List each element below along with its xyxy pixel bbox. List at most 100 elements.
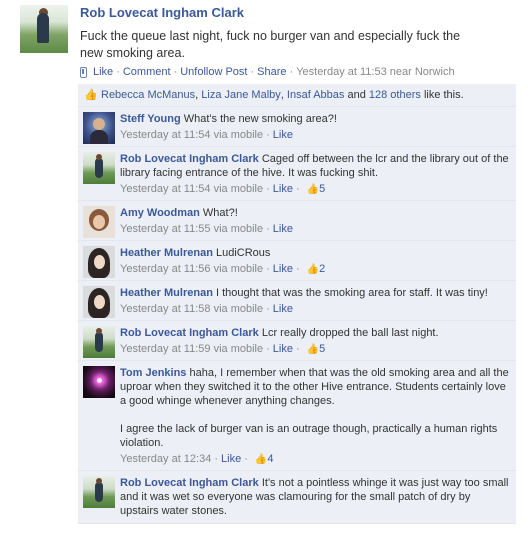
post-timestamp[interactable]: Yesterday at 11:53 near Norwich — [296, 66, 454, 78]
separator: · — [250, 66, 255, 78]
comment-item: Heather Mulrenan LudiCRous Yesterday at 1… — [78, 241, 516, 281]
thumbs-up-icon: 👍 — [254, 454, 268, 465]
comment-text: LudiCRous — [215, 247, 271, 259]
comment-like-count[interactable]: 👍5 — [307, 343, 326, 355]
comment-timestamp[interactable]: Yesterday at 11:56 via mobile — [120, 263, 263, 275]
comment-timestamp[interactable]: Yesterday at 11:55 via mobile — [120, 223, 263, 235]
separator: · — [266, 223, 270, 235]
separator: · — [266, 343, 270, 355]
like-count-value: 2 — [319, 263, 326, 275]
comment-meta: Yesterday at 11:58 via mobile · Like — [120, 303, 510, 315]
comment-like-count[interactable]: 👍4 — [255, 453, 274, 465]
comment-like-count[interactable]: 👍5 — [307, 183, 326, 195]
comment-item: Rob Lovecat Ingham Clark Caged off betwe… — [78, 147, 516, 201]
separator: · — [214, 453, 219, 465]
comment-meta: Yesterday at 12:34 · Like · 👍4 — [120, 453, 510, 465]
comment-timestamp[interactable]: Yesterday at 12:34 — [120, 453, 211, 465]
separator: · — [266, 263, 270, 275]
separator: · — [289, 66, 294, 78]
comment-meta: Yesterday at 11:55 via mobile · Like — [120, 223, 510, 235]
comment-meta: Yesterday at 11:54 via mobile · Like · 👍5 — [120, 183, 510, 195]
thumbs-up-icon: 👍 — [84, 88, 98, 101]
separator: · — [295, 263, 300, 275]
share-button[interactable]: Share — [257, 66, 286, 78]
comments-section: 👍 Rebecca McManus, Liza Jane Malby, Insa… — [78, 84, 516, 558]
comment-like-button[interactable]: Like — [273, 223, 293, 235]
others-link[interactable]: 128 others — [369, 89, 421, 101]
liker-link[interactable]: Liza Jane Malby — [201, 89, 281, 101]
comment-list: Steff Young What's the new smoking area?… — [78, 107, 516, 524]
post-actions: Like · Comment · Unfollow Post · Share ·… — [80, 66, 455, 78]
comment-text: I thought that was the smoking area for … — [215, 287, 488, 299]
likes-summary: 👍 Rebecca McManus, Liza Jane Malby, Insa… — [78, 84, 516, 107]
thumbs-up-icon: 👍 — [306, 184, 320, 195]
comment-text: Lcr really dropped the ball last night. — [261, 327, 439, 339]
liker-link[interactable]: Rebecca McManus — [101, 89, 195, 101]
comment-like-button[interactable]: Like — [221, 453, 241, 465]
commenter-name-link[interactable]: Heather Mulrenan — [120, 287, 213, 299]
comment-body: Rob Lovecat Ingham Clark It's not a poin… — [120, 476, 510, 518]
comment-body: Rob Lovecat Ingham Clark Lcr really drop… — [120, 326, 510, 340]
comment-item: Steff Young What's the new smoking area?… — [78, 107, 516, 147]
comment-timestamp[interactable]: Yesterday at 11:54 via mobile — [120, 183, 263, 195]
separator: · — [295, 343, 300, 355]
commenter-avatar[interactable] — [83, 366, 115, 398]
commenter-name-link[interactable]: Rob Lovecat Ingham Clark — [120, 153, 259, 165]
likes-suffix: like this. — [423, 89, 464, 101]
liker-link[interactable]: Insaf Abbas — [287, 89, 345, 101]
commenter-name-link[interactable]: Tom Jenkins — [120, 367, 186, 379]
comment-like-count[interactable]: 👍2 — [307, 263, 326, 275]
comment-meta: Yesterday at 11:59 via mobile · Like · 👍5 — [120, 343, 510, 355]
separator: · — [266, 129, 270, 141]
separator: · — [244, 453, 248, 465]
like-button[interactable]: Like — [93, 66, 113, 78]
post-avatar[interactable] — [20, 5, 68, 53]
separator: · — [295, 183, 300, 195]
comment-meta: Yesterday at 11:56 via mobile · Like · 👍2 — [120, 263, 510, 275]
separator: · — [266, 303, 270, 315]
comment-text-paragraph: I agree the lack of burger van is an out… — [120, 423, 498, 449]
comment-like-button[interactable]: Like — [273, 303, 293, 315]
comment-like-button[interactable]: Like — [273, 183, 293, 195]
comment-timestamp[interactable]: Yesterday at 11:54 via mobile — [120, 129, 263, 141]
commenter-avatar[interactable] — [83, 286, 115, 318]
avatar-figure-shape — [37, 13, 49, 43]
like-count-value: 4 — [267, 453, 274, 465]
likes-and: and — [347, 89, 366, 101]
comment-item: Rob Lovecat Ingham Clark It's not a poin… — [78, 471, 516, 524]
comment-timestamp[interactable]: Yesterday at 11:59 via mobile — [120, 343, 263, 355]
comment-item: Rob Lovecat Ingham Clark Lcr really drop… — [78, 321, 516, 361]
comment-text: What?! — [202, 207, 238, 219]
post-author-link[interactable]: Rob Lovecat Ingham Clark — [80, 5, 244, 20]
comment-timestamp[interactable]: Yesterday at 11:58 via mobile — [120, 303, 263, 315]
comment-like-button[interactable]: Like — [273, 263, 293, 275]
unfollow-post-button[interactable]: Unfollow Post — [180, 66, 247, 78]
separator: · — [173, 66, 178, 78]
separator: · — [116, 66, 120, 78]
commenter-avatar[interactable] — [83, 112, 115, 144]
commenter-avatar[interactable] — [83, 152, 115, 184]
comment-body: Heather Mulrenan LudiCRous — [120, 246, 510, 260]
comment-body: Steff Young What's the new smoking area?… — [120, 112, 510, 126]
thumbs-up-icon: 👍 — [306, 344, 320, 355]
comment-body: Amy Woodman What?! — [120, 206, 510, 220]
commenter-avatar[interactable] — [83, 326, 115, 358]
comment-body: Rob Lovecat Ingham Clark Caged off betwe… — [120, 152, 510, 180]
commenter-avatar[interactable] — [83, 206, 115, 238]
commenter-name-link[interactable]: Amy Woodman — [120, 207, 200, 219]
comment-like-button[interactable]: Like — [273, 343, 293, 355]
commenter-name-link[interactable]: Steff Young — [120, 113, 181, 125]
comment-item: Amy Woodman What?! Yesterday at 11:55 via… — [78, 201, 516, 241]
comment-meta: Yesterday at 11:54 via mobile · Like — [120, 129, 510, 141]
commenter-name-link[interactable]: Rob Lovecat Ingham Clark — [120, 477, 259, 489]
like-count-value: 5 — [319, 183, 326, 195]
comment-like-button[interactable]: Like — [273, 129, 293, 141]
comment-button[interactable]: Comment — [123, 66, 171, 78]
commenter-avatar[interactable] — [83, 246, 115, 278]
like-count-value: 5 — [319, 343, 326, 355]
commenter-name-link[interactable]: Heather Mulrenan — [120, 247, 213, 259]
commenter-name-link[interactable]: Rob Lovecat Ingham Clark — [120, 327, 259, 339]
commenter-avatar[interactable] — [83, 476, 115, 508]
mobile-icon — [80, 66, 87, 78]
comment-item: Tom Jenkins haha, I remember when that w… — [78, 361, 516, 471]
